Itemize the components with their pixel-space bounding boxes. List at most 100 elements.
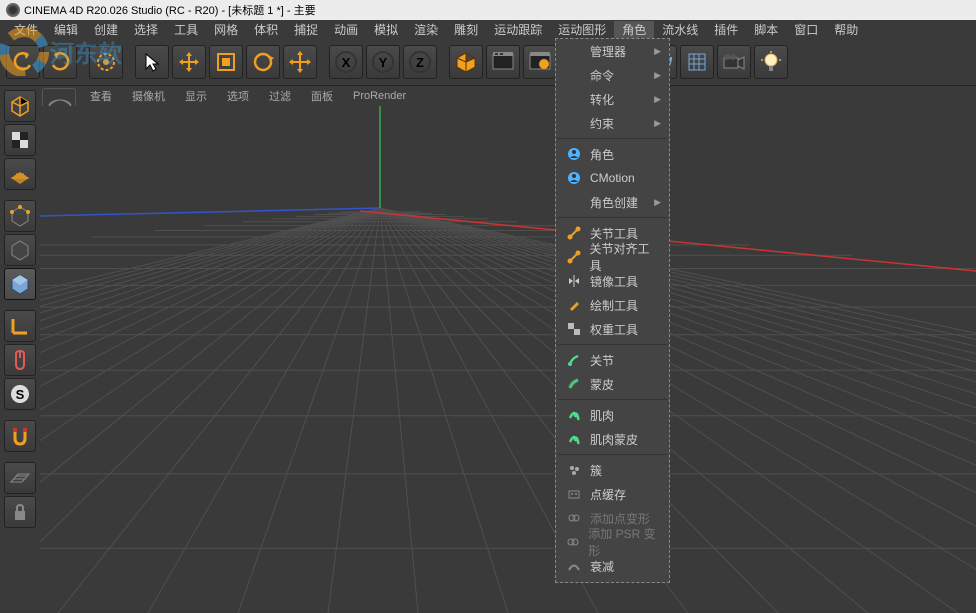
menu-item-关节[interactable]: 关节 <box>556 348 669 372</box>
camera-button[interactable] <box>717 45 751 79</box>
menu-item-约束[interactable]: 约束▶ <box>556 111 669 135</box>
submenu-arrow-icon: ▶ <box>654 46 661 57</box>
axis-z-button[interactable]: Z <box>403 45 437 79</box>
menu-编辑[interactable]: 编辑 <box>46 21 86 38</box>
menu-捕捉[interactable]: 捕捉 <box>286 21 326 38</box>
menu-运动跟踪[interactable]: 运动跟踪 <box>486 21 550 38</box>
menu-模拟[interactable]: 模拟 <box>366 21 406 38</box>
bone-icon <box>566 225 582 241</box>
menu-运动图形[interactable]: 运动图形 <box>550 21 614 38</box>
left-workplane-button[interactable] <box>4 462 36 494</box>
cluster-icon <box>566 462 582 478</box>
menu-帮助[interactable]: 帮助 <box>826 21 866 38</box>
menu-item-角色创建[interactable]: 角色创建▶ <box>556 190 669 214</box>
redo-button[interactable] <box>43 45 77 79</box>
viewport-tab-ProRender[interactable]: ProRender <box>343 90 416 102</box>
person-circle-icon <box>566 146 582 162</box>
left-floor-button[interactable] <box>4 158 36 190</box>
menu-网格[interactable]: 网格 <box>206 21 246 38</box>
axis-y-button[interactable]: Y <box>366 45 400 79</box>
viewport-tabs: 查看摄像机显示选项过滤面板ProRender <box>40 86 976 106</box>
menu-item-肌肉蒙皮[interactable]: 肌肉蒙皮 <box>556 427 669 451</box>
menu-item-绘制工具[interactable]: 绘制工具 <box>556 293 669 317</box>
svg-text:Z: Z <box>416 55 424 70</box>
render-settings-button[interactable] <box>523 45 557 79</box>
menu-item-转化[interactable]: 转化▶ <box>556 87 669 111</box>
menu-item-蒙皮[interactable]: 蒙皮 <box>556 372 669 396</box>
submenu-arrow-icon: ▶ <box>654 94 661 105</box>
menu-item-角色[interactable]: 角色 <box>556 142 669 166</box>
menu-动画[interactable]: 动画 <box>326 21 366 38</box>
viewport-tab-过滤[interactable]: 过滤 <box>259 88 301 104</box>
menu-角色[interactable]: 角色 <box>614 21 654 38</box>
cache-icon <box>566 486 582 502</box>
rotate-button[interactable] <box>246 45 280 79</box>
perspective-viewport[interactable] <box>40 106 976 613</box>
svg-text:S: S <box>16 387 25 402</box>
render-pic-button[interactable] <box>486 45 520 79</box>
left-magnet-button[interactable] <box>4 420 36 452</box>
menu-渲染[interactable]: 渲染 <box>406 21 446 38</box>
menu-流水线[interactable]: 流水线 <box>654 21 706 38</box>
select-live-button[interactable] <box>89 45 123 79</box>
menu-item-管理器[interactable]: 管理器▶ <box>556 39 669 63</box>
main-area: S 查看摄像机显示选项过滤面板ProRender 透视视图 <box>0 86 976 613</box>
viewport-container: 查看摄像机显示选项过滤面板ProRender 透视视图 <box>40 86 976 613</box>
light-button[interactable] <box>754 45 788 79</box>
move-axis-button[interactable] <box>283 45 317 79</box>
menu-item-命令[interactable]: 命令▶ <box>556 63 669 87</box>
menu-item-镜像工具[interactable]: 镜像工具 <box>556 269 669 293</box>
menu-item-簇[interactable]: 簇 <box>556 458 669 482</box>
submenu-arrow-icon: ▶ <box>654 118 661 129</box>
viewport-tab-摄像机[interactable]: 摄像机 <box>122 88 175 104</box>
undo-button[interactable] <box>6 45 40 79</box>
menu-item-肌肉[interactable]: 肌肉 <box>556 403 669 427</box>
deformer-button[interactable] <box>680 45 714 79</box>
muscle-icon <box>566 431 582 447</box>
menu-选择[interactable]: 选择 <box>126 21 166 38</box>
left-edge-edit-button[interactable] <box>4 234 36 266</box>
morph-icon <box>566 510 582 526</box>
menu-工具[interactable]: 工具 <box>166 21 206 38</box>
left-corner-button[interactable] <box>4 310 36 342</box>
brush-icon <box>566 297 582 313</box>
menu-文件[interactable]: 文件 <box>6 21 46 38</box>
menu-item-权重工具[interactable]: 权重工具 <box>556 317 669 341</box>
cursor-button[interactable] <box>135 45 169 79</box>
menu-item-点缓存[interactable]: 点缓存 <box>556 482 669 506</box>
menu-item-CMotion[interactable]: CMotion <box>556 166 669 190</box>
left-snap-s-button[interactable]: S <box>4 378 36 410</box>
left-material-button[interactable] <box>4 124 36 156</box>
left-cube-edit-button[interactable] <box>4 268 36 300</box>
app-icon <box>6 3 20 17</box>
viewport-tab-选项[interactable]: 选项 <box>217 88 259 104</box>
viewport-tab-面板[interactable]: 面板 <box>301 88 343 104</box>
muscle-icon <box>566 407 582 423</box>
viewport-tab-显示[interactable]: 显示 <box>175 88 217 104</box>
left-poly-edit-button[interactable] <box>4 200 36 232</box>
menu-窗口[interactable]: 窗口 <box>786 21 826 38</box>
mirror-icon <box>566 273 582 289</box>
main-menubar: 文件编辑创建选择工具网格体积捕捉动画模拟渲染雕刻运动跟踪运动图形角色流水线插件脚… <box>0 20 976 38</box>
falloff-icon <box>566 558 582 574</box>
viewport-tab-查看[interactable]: 查看 <box>80 88 122 104</box>
bone-icon <box>566 249 581 265</box>
menu-创建[interactable]: 创建 <box>86 21 126 38</box>
left-lock-button[interactable] <box>4 496 36 528</box>
menu-雕刻[interactable]: 雕刻 <box>446 21 486 38</box>
menu-item-关节对齐工具[interactable]: 关节对齐工具 <box>556 245 669 269</box>
left-tool-palette: S <box>0 86 40 613</box>
person-circle-icon <box>566 170 582 186</box>
menu-脚本[interactable]: 脚本 <box>746 21 786 38</box>
left-mouse-edit-button[interactable] <box>4 344 36 376</box>
menu-体积[interactable]: 体积 <box>246 21 286 38</box>
move-button[interactable] <box>172 45 206 79</box>
submenu-arrow-icon: ▶ <box>654 70 661 81</box>
left-model-button[interactable] <box>4 90 36 122</box>
axis-x-button[interactable]: X <box>329 45 363 79</box>
menu-item-衰减[interactable]: 衰减 <box>556 554 669 578</box>
cube-button[interactable] <box>449 45 483 79</box>
menu-插件[interactable]: 插件 <box>706 21 746 38</box>
scale-button[interactable] <box>209 45 243 79</box>
skin-icon <box>566 376 582 392</box>
